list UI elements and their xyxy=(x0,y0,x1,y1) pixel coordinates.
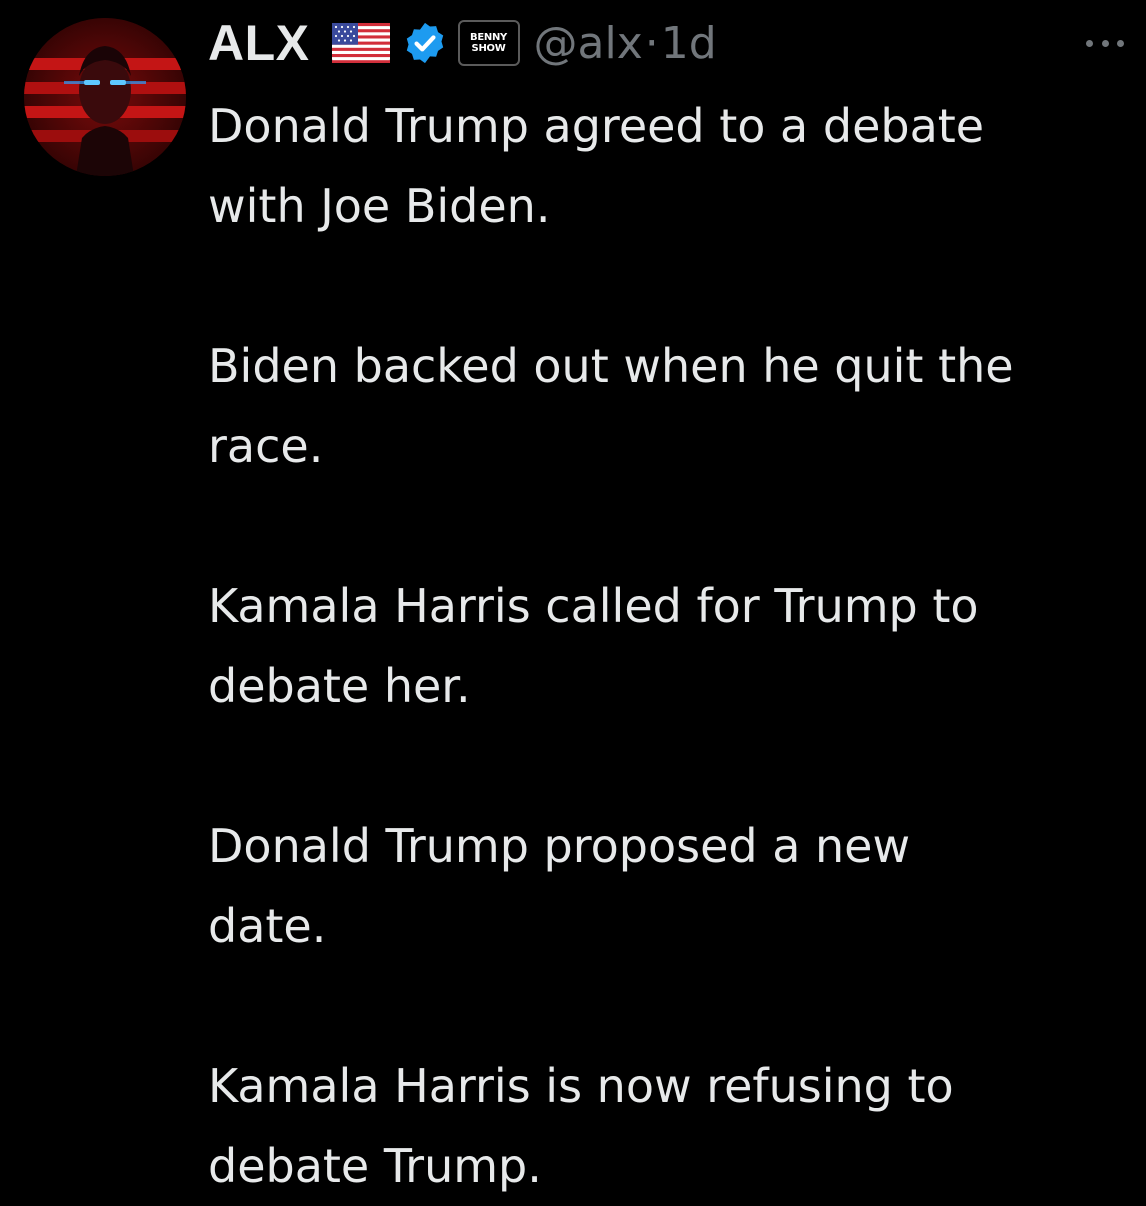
author-handle[interactable]: @alx xyxy=(534,18,643,69)
tweet-line: race. xyxy=(208,419,324,473)
header-separator: · xyxy=(644,17,659,69)
more-options-icon[interactable] xyxy=(1086,36,1124,50)
tweet-line: Biden backed out when he quit the xyxy=(208,339,1014,393)
verified-checkmark-icon[interactable] xyxy=(402,20,448,66)
more-dot xyxy=(1117,39,1124,47)
us-flag-icon xyxy=(331,23,390,63)
tweet-line: debate Trump. xyxy=(208,1139,542,1193)
tweet-paragraph: Donald Trump agreed to a debate with Joe… xyxy=(208,86,1128,246)
tweet-line: Kamala Harris is now refusing to xyxy=(208,1059,954,1113)
tweet-paragraph: Kamala Harris called for Trump to debate… xyxy=(208,566,1128,726)
avatar-image xyxy=(24,18,186,176)
tweet-paragraph: Biden backed out when he quit the race. xyxy=(208,326,1128,486)
tweet-line: debate her. xyxy=(208,659,471,713)
more-dot xyxy=(1101,39,1109,47)
tweet-paragraph: Donald Trump proposed a new date. xyxy=(208,806,1128,966)
tweet-line: Donald Trump agreed to a debate xyxy=(208,99,985,153)
more-dot xyxy=(1086,39,1093,47)
tweet-timestamp[interactable]: 1d xyxy=(661,18,717,69)
tweet-line: Donald Trump proposed a new xyxy=(208,819,911,873)
tweet-line: Kamala Harris called for Trump to xyxy=(208,579,979,633)
affiliate-badge-line2: SHOW xyxy=(471,43,506,54)
affiliate-badge[interactable]: BENNY SHOW xyxy=(457,20,520,66)
tweet-text: Donald Trump agreed to a debate with Joe… xyxy=(208,86,1128,1206)
display-name[interactable]: ALX xyxy=(208,14,310,72)
tweet-line: date. xyxy=(208,899,327,953)
affiliate-badge-line1: BENNY xyxy=(470,32,507,43)
tweet-paragraph: Kamala Harris is now refusing to debate … xyxy=(208,1046,1128,1206)
tweet-header: ALX BENNY SHOW @alx · 1d xyxy=(208,10,1126,76)
tweet-line: with Joe Biden. xyxy=(208,179,551,233)
avatar[interactable] xyxy=(24,18,186,176)
